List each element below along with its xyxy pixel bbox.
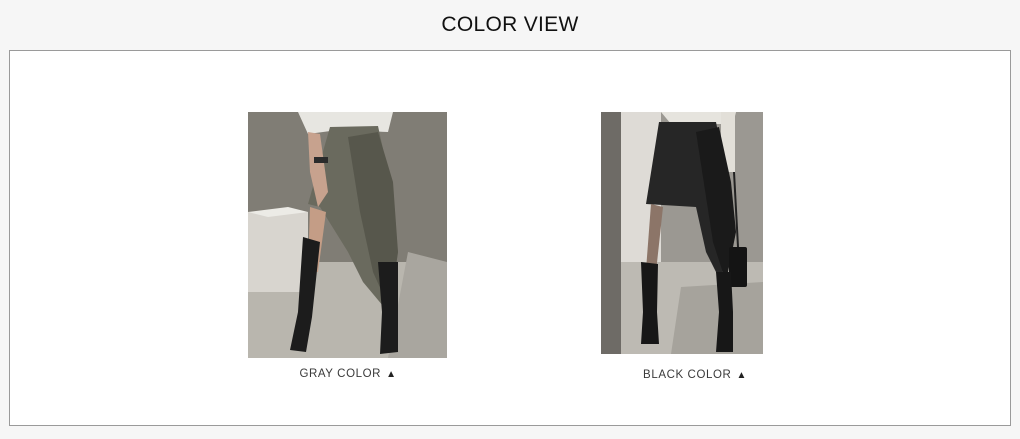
triangle-up-icon: ▲	[736, 370, 747, 381]
page-title: COLOR VIEW	[441, 13, 579, 36]
black-color-label: BLACK COLOR	[643, 369, 732, 381]
color-view-panel: GRAY COLOR ▲ BLACK COLOR ▲	[9, 50, 1011, 426]
black-color-caption[interactable]: BLACK COLOR ▲	[620, 369, 770, 381]
gray-color-photo	[248, 112, 447, 358]
triangle-up-icon: ▲	[386, 369, 397, 380]
black-color-photo	[601, 112, 763, 354]
gray-color-label: GRAY COLOR	[299, 368, 382, 380]
gray-color-caption[interactable]: GRAY COLOR ▲	[278, 368, 418, 380]
